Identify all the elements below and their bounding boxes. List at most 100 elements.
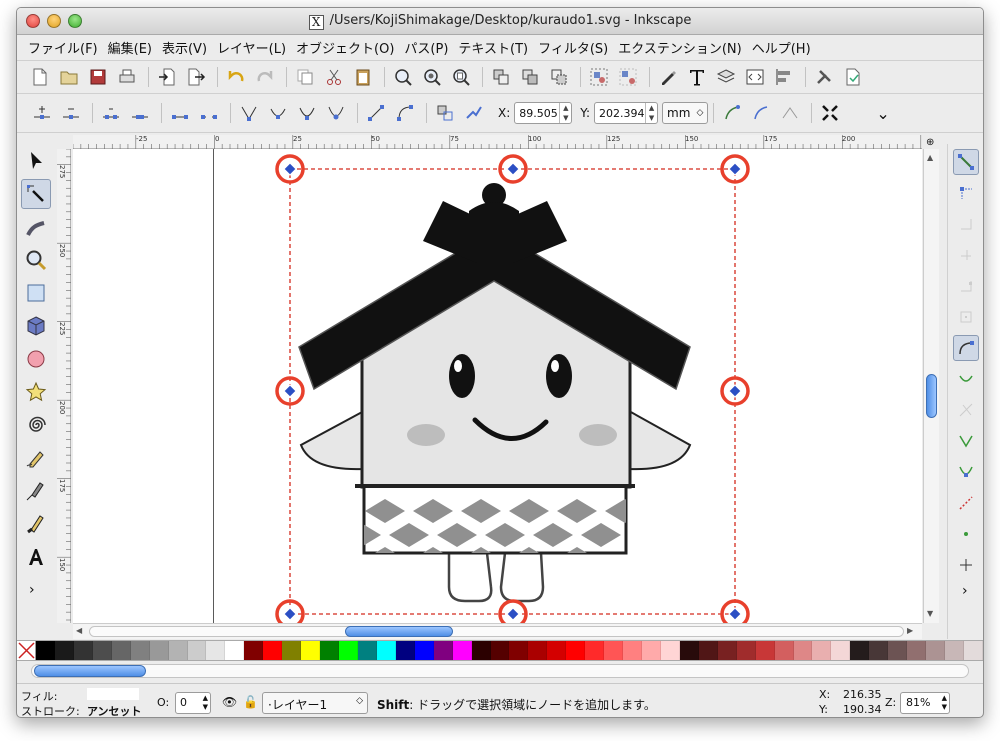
fill-indicator[interactable] — [87, 688, 139, 700]
opacity-input[interactable]: 0 ▲ ▼ — [175, 692, 211, 714]
palette-swatch[interactable] — [111, 641, 131, 660]
eye-icon[interactable]: 👁 — [222, 695, 237, 709]
snap-bbox-edge-button[interactable] — [953, 211, 979, 237]
palette-scroll-thumb[interactable] — [34, 665, 146, 677]
zoom-spin-icon[interactable]: ▲ ▼ — [942, 694, 947, 712]
document-properties-button[interactable] — [840, 64, 866, 90]
xml-editor-button[interactable] — [742, 64, 768, 90]
text-font-button[interactable] — [684, 64, 710, 90]
break-path-button[interactable] — [127, 100, 153, 126]
paste-button[interactable] — [350, 64, 376, 90]
palette-swatch[interactable] — [187, 641, 207, 660]
segment-curve-button[interactable] — [392, 100, 418, 126]
group-button[interactable] — [586, 64, 612, 90]
palette-swatch[interactable] — [736, 641, 756, 660]
toolbar-overflow-icon[interactable]: ⌄ — [876, 104, 889, 123]
import-button[interactable] — [154, 64, 180, 90]
palette-swatch[interactable] — [73, 641, 93, 660]
stroke-value[interactable]: アンセット — [87, 703, 142, 717]
snap-rotation-center-button[interactable] — [953, 552, 979, 578]
palette-swatch[interactable] — [793, 641, 813, 660]
delete-segment-button[interactable] — [196, 100, 222, 126]
layers-button[interactable] — [713, 64, 739, 90]
preferences-button[interactable] — [811, 64, 837, 90]
lock-icon[interactable]: 🔓 — [243, 695, 258, 709]
node-symmetric-button[interactable] — [294, 100, 320, 126]
palette-swatch[interactable] — [149, 641, 169, 660]
zoom-drawing-button[interactable] — [419, 64, 445, 90]
zoom-tool[interactable] — [21, 245, 51, 275]
node-smooth-button[interactable] — [265, 100, 291, 126]
fill-stroke-button[interactable] — [655, 64, 681, 90]
scroll-left-icon[interactable]: ◀ — [76, 626, 82, 635]
zoom-corner-icon[interactable]: ⊕ — [926, 137, 934, 148]
export-button[interactable] — [183, 64, 209, 90]
rectangle-tool[interactable] — [21, 278, 51, 308]
palette-swatch[interactable] — [963, 641, 983, 660]
selector-tool[interactable] — [21, 146, 51, 176]
open-button[interactable] — [56, 64, 82, 90]
palette-swatch[interactable] — [774, 641, 794, 660]
palette-swatch[interactable] — [395, 641, 415, 660]
snap-enable-button[interactable] — [953, 149, 979, 175]
palette-swatch[interactable] — [547, 641, 567, 660]
y-spin-arrows-icon[interactable]: ▲ ▼ — [645, 103, 657, 123]
palette-swatch[interactable] — [755, 641, 775, 660]
palette-swatch[interactable] — [452, 641, 472, 660]
palette-swatch[interactable] — [945, 641, 964, 660]
kuraudo-character-drawing[interactable] — [73, 149, 922, 623]
palette-swatch[interactable] — [509, 641, 529, 660]
ellipse-tool[interactable] — [21, 344, 51, 374]
palette-swatch[interactable] — [679, 641, 699, 660]
current-layer-select[interactable]: ·レイヤー1 ◇ — [262, 692, 368, 714]
vertical-scrollbar[interactable]: ⊕ ▲ ▼ — [923, 137, 939, 623]
drawing-canvas[interactable] — [73, 149, 922, 623]
x-coordinate-input[interactable]: 89.505 ▲ ▼ — [514, 102, 573, 124]
menu-help[interactable]: ヘルプ(H) — [747, 38, 816, 57]
palette-swatch[interactable] — [282, 641, 302, 660]
join-nodes-button[interactable] — [98, 100, 124, 126]
palette-swatch[interactable] — [490, 641, 510, 660]
menu-layer[interactable]: レイヤー(L) — [212, 38, 291, 57]
menu-extensions[interactable]: エクステンション(N) — [613, 38, 746, 57]
menu-filter[interactable]: フィルタ(S) — [533, 38, 613, 57]
palette-swatch[interactable] — [263, 641, 283, 660]
align-distribute-button[interactable] — [771, 64, 797, 90]
snap-nodes-button[interactable] — [953, 335, 979, 361]
horizontal-scroll-track[interactable] — [89, 626, 904, 637]
selection-handle[interactable] — [720, 599, 750, 623]
palette-swatch[interactable] — [642, 641, 661, 660]
segment-line-button[interactable] — [363, 100, 389, 126]
clone-button[interactable] — [517, 64, 543, 90]
ungroup-button[interactable] — [615, 64, 641, 90]
redo-button[interactable] — [252, 64, 278, 90]
palette-swatch[interactable] — [850, 641, 870, 660]
insert-node-button[interactable] — [29, 100, 55, 126]
palette-swatch[interactable] — [717, 641, 737, 660]
new-document-button[interactable] — [27, 64, 53, 90]
scroll-down-icon[interactable]: ▼ — [927, 609, 933, 618]
scroll-right-icon[interactable]: ▶ — [907, 626, 913, 635]
palette-swatch[interactable] — [528, 641, 548, 660]
undo-button[interactable] — [223, 64, 249, 90]
selection-handle[interactable] — [498, 599, 528, 623]
unlink-clone-button[interactable] — [546, 64, 572, 90]
snap-bbox-corner-button[interactable] — [953, 242, 979, 268]
calligraphy-tool[interactable] — [21, 509, 51, 539]
object-to-path-button[interactable] — [432, 100, 458, 126]
snap-cusp-nodes-button[interactable] — [953, 428, 979, 454]
duplicate-button[interactable] — [488, 64, 514, 90]
palette-swatch[interactable] — [414, 641, 434, 660]
palette-swatch[interactable] — [812, 641, 832, 660]
snap-object-centers-button[interactable] — [953, 521, 979, 547]
snapbar-expand-icon[interactable]: › — [962, 583, 983, 599]
snap-line-midpoints-button[interactable] — [953, 490, 979, 516]
snap-paths-button[interactable] — [953, 366, 979, 392]
selection-handle[interactable] — [720, 376, 750, 406]
copy-button[interactable] — [292, 64, 318, 90]
palette-swatch[interactable] — [698, 641, 718, 660]
zoom-page-button[interactable] — [448, 64, 474, 90]
menu-path[interactable]: パス(P) — [399, 38, 453, 57]
toolbox-expand-icon[interactable]: › — [29, 582, 55, 598]
spiral-tool[interactable] — [21, 410, 51, 440]
